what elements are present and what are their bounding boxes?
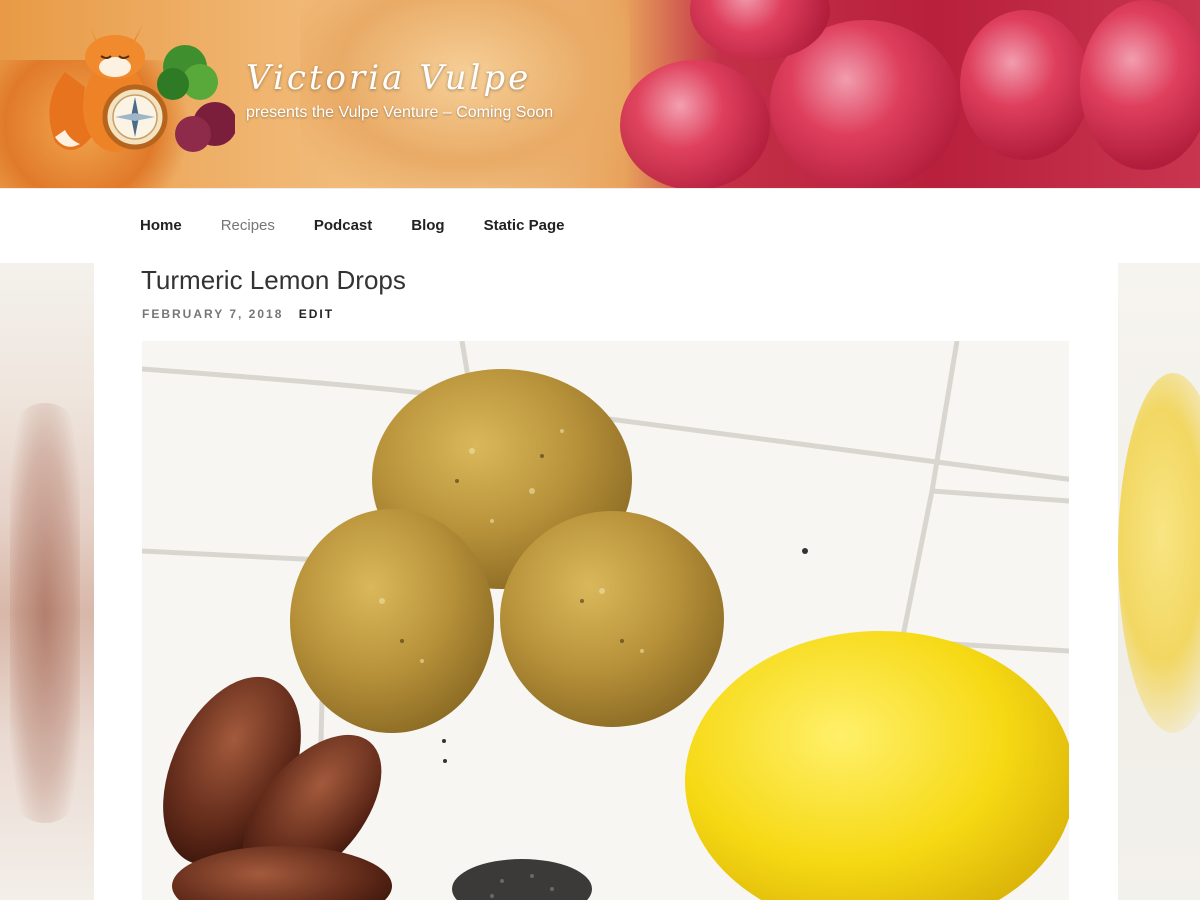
post-date[interactable]: FEBRUARY 7, 2018 [142,307,283,321]
edit-link[interactable]: EDIT [299,307,334,321]
post-title[interactable]: Turmeric Lemon Drops [141,265,406,296]
nav-menu: Home Recipes Podcast Blog Static Page [140,217,603,234]
raspberry-decoration [1080,0,1200,170]
background-image-left [0,263,94,900]
main-navigation: Home Recipes Podcast Blog Static Page [0,188,1200,264]
header-banner: Victoria Vulpe presents the Vulpe Ventur… [0,0,1200,188]
raspberry-decoration [960,10,1090,160]
turmeric-drops-photo [142,341,1069,900]
fox-logo-icon[interactable] [35,12,235,162]
raspberry-decoration [620,60,770,188]
site-description: presents the Vulpe Venture – Coming Soon [246,104,554,121]
site-title[interactable]: Victoria Vulpe [246,58,531,98]
nav-item-podcast[interactable]: Podcast [314,217,372,234]
featured-image[interactable] [142,341,1069,900]
post-content: Turmeric Lemon Drops FEBRUARY 7, 2018 ED… [94,263,1118,900]
nav-item-blog[interactable]: Blog [411,217,444,234]
background-lemon [1118,373,1200,733]
nav-item-recipes[interactable]: Recipes [221,217,275,234]
post-meta: FEBRUARY 7, 2018 EDIT [142,307,334,321]
background-image-right [1118,263,1200,900]
background-dates [10,403,80,823]
nav-item-static-page[interactable]: Static Page [484,217,565,234]
nav-item-home[interactable]: Home [140,217,182,234]
